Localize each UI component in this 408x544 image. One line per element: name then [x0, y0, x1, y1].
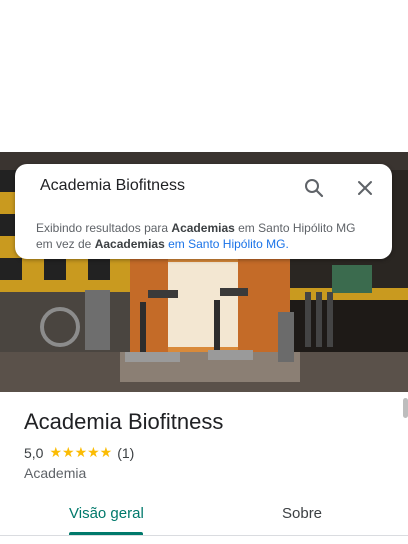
search-input[interactable]: Academia Biofitness	[40, 177, 185, 195]
rating-row[interactable]: 5,0 ★★★★★ (1)	[24, 444, 134, 461]
original-term: Aacademias	[94, 237, 165, 251]
search-card: Academia Biofitness Exibindo resultados …	[15, 164, 392, 259]
tab-about[interactable]: Sobre	[282, 505, 322, 522]
notice-instead-prefix: em vez de	[36, 237, 95, 251]
rating-value: 5,0	[24, 444, 44, 461]
star-rating-icon: ★★★★★	[49, 444, 113, 460]
close-icon[interactable]	[352, 175, 378, 201]
notice-term: Academias	[171, 221, 235, 235]
scrollbar[interactable]	[403, 398, 408, 418]
tab-overview[interactable]: Visão geral	[69, 505, 144, 522]
original-search-link[interactable]: Aacademias em Santo Hipólito MG.	[95, 237, 289, 251]
place-category[interactable]: Academia	[24, 465, 86, 481]
tab-divider	[0, 535, 408, 536]
notice-prefix: Exibindo resultados para	[36, 221, 172, 235]
review-count[interactable]: (1)	[117, 445, 134, 461]
search-correction-notice: Exibindo resultados para Academias em Sa…	[36, 220, 386, 252]
place-title: Academia Biofitness	[24, 409, 224, 434]
search-icon[interactable]	[301, 175, 327, 201]
original-suffix: em Santo Hipólito MG.	[164, 237, 289, 251]
notice-middle: em Santo Hipólito MG	[234, 221, 356, 235]
